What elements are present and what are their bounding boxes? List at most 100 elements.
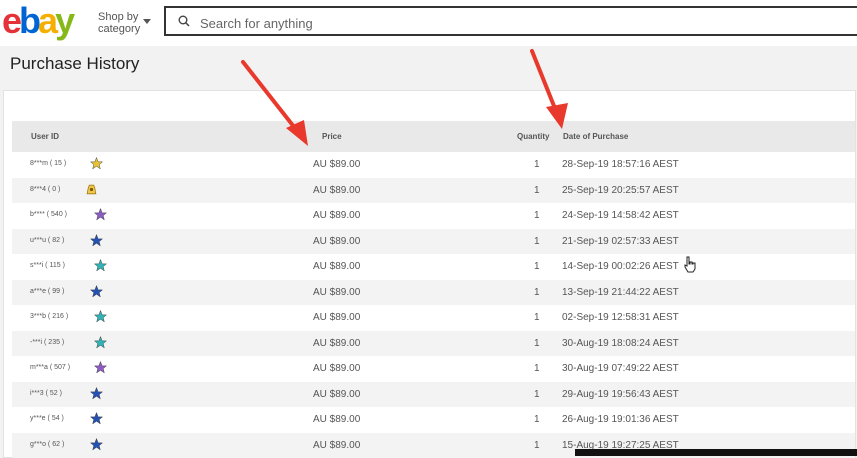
date-cell: 30-Aug-19 07:49:22 AEST — [562, 363, 679, 374]
table-row: -***i ( 235 )AU $89.00130-Aug-19 18:08:2… — [12, 331, 855, 357]
site-header: ebay Shop by category — [0, 0, 857, 46]
turquoise-star-icon[interactable] — [94, 336, 107, 349]
user-id-text: i***3 — [30, 390, 44, 397]
quantity-cell: 1 — [534, 287, 540, 298]
user-id-cell[interactable]: a***e ( 99 ) — [30, 288, 64, 295]
user-id-cell[interactable]: 3***b ( 216 ) — [30, 313, 68, 320]
quantity-cell: 1 — [534, 312, 540, 323]
feedback-score: 99 — [52, 288, 60, 295]
table-row: 3***b ( 216 ) AU $89.00 1 02-Sep-19 12:58:3… — [12, 305, 855, 331]
quantity-cell: 1 — [534, 236, 540, 247]
feedback-score: 15 — [54, 160, 62, 167]
column-header-quantity[interactable]: Quantity — [517, 132, 549, 141]
turquoise-star-icon[interactable] — [94, 259, 107, 272]
feedback-score: 52 — [50, 390, 58, 397]
column-header-price[interactable]: Price — [322, 132, 342, 141]
date-cell: 30-Aug-19 18:08:24 AEST — [562, 338, 679, 349]
purchase-history-table: User ID Price Quantity Date of Purchase … — [12, 121, 855, 458]
user-id-text: a***e — [30, 288, 46, 295]
blue-star-icon[interactable] — [90, 438, 103, 451]
user-id-cell[interactable]: 8***m ( 15 ) — [30, 160, 66, 167]
quantity-cell: 1 — [534, 210, 540, 221]
ebay-logo[interactable]: ebay — [2, 0, 72, 44]
date-cell: 26-Aug-19 19:01:36 AEST — [562, 414, 679, 425]
price-cell: AU $89.00 — [313, 363, 360, 374]
logo-letter-a: a — [38, 0, 55, 41]
user-id-text: m***a — [30, 364, 48, 371]
user-id-cell[interactable]: y***e ( 54 ) — [30, 415, 64, 422]
user-id-cell[interactable]: b**** ( 540 ) — [30, 211, 67, 218]
search-input[interactable] — [198, 12, 802, 34]
purple-star-icon[interactable] — [94, 361, 107, 374]
user-id-text: u***u — [30, 237, 46, 244]
logo-letter-e: e — [2, 0, 19, 41]
date-cell: 21-Sep-19 02:57:33 AEST — [562, 236, 679, 247]
table-row: y***e ( 54 ) AU $89.00 1 26-Aug-19 19:01:36… — [12, 407, 855, 433]
price-cell: AU $89.00 — [313, 338, 360, 349]
user-id-cell[interactable]: 8***4 ( 0 ) — [30, 186, 60, 193]
hand-cursor-icon — [683, 256, 697, 274]
shop-by-category-button[interactable]: Shop by category — [98, 11, 140, 35]
new-user-icon[interactable] — [85, 183, 98, 196]
page-title: Purchase History — [10, 54, 139, 74]
table-row: m***a ( 507 ) AU $89.00 1 30-Aug-19 07:49:2… — [12, 356, 855, 382]
price-cell: AU $89.00 — [313, 312, 360, 323]
date-cell: 02-Sep-19 12:58:31 AEST — [562, 312, 679, 323]
price-cell: AU $89.00 — [313, 287, 360, 298]
blue-star-icon[interactable] — [90, 285, 103, 298]
date-cell: 29-Aug-19 19:56:43 AEST — [562, 389, 679, 400]
table-row: i***3 ( 52 ) AU $89.00 1 29-Aug-19 19:56:43… — [12, 382, 855, 408]
blue-star-icon[interactable] — [90, 234, 103, 247]
category-label: category — [98, 23, 140, 35]
search-icon — [178, 15, 190, 27]
table-row: s***i ( 115 )AU $89.00114-Sep-19 00:02:2… — [12, 254, 855, 280]
column-header-date[interactable]: Date of Purchase — [563, 132, 628, 141]
user-id-text: -***i — [30, 339, 42, 346]
table-row: 8***4 ( 0 )AU $89.00125-Sep-19 20:25:57 … — [12, 178, 855, 204]
price-cell: AU $89.00 — [313, 236, 360, 247]
user-id-cell[interactable]: u***u ( 82 ) — [30, 237, 64, 244]
date-cell: 14-Sep-19 00:02:26 AEST — [562, 261, 679, 272]
yellow-star-icon[interactable] — [90, 157, 103, 170]
date-cell: 28-Sep-19 18:57:16 AEST — [562, 159, 679, 170]
price-cell: AU $89.00 — [313, 389, 360, 400]
user-id-cell[interactable]: m***a ( 507 ) — [30, 364, 70, 371]
feedback-score: 54 — [52, 415, 60, 422]
table-header: User ID Price Quantity Date of Purchase — [12, 121, 855, 152]
user-id-cell[interactable]: g***o ( 62 ) — [30, 441, 64, 448]
quantity-cell: 1 — [534, 363, 540, 374]
user-id-cell[interactable]: -***i ( 235 ) — [30, 339, 64, 346]
chevron-down-icon[interactable] — [143, 19, 151, 24]
date-cell: 25-Sep-19 20:25:57 AEST — [562, 185, 679, 196]
user-id-text: 8***4 — [30, 186, 46, 193]
user-id-text: g***o — [30, 441, 46, 448]
blue-star-icon[interactable] — [90, 387, 103, 400]
blue-star-icon[interactable] — [90, 412, 103, 425]
user-id-text: 3***b — [30, 313, 46, 320]
user-id-text: y***e — [30, 415, 46, 422]
user-id-text: 8***m — [30, 160, 48, 167]
turquoise-star-icon[interactable] — [94, 310, 107, 323]
user-id-text: s***i — [30, 262, 43, 269]
user-id-cell[interactable]: s***i ( 115 ) — [30, 262, 65, 269]
date-cell: 13-Sep-19 21:44:22 AEST — [562, 287, 679, 298]
logo-letter-y: y — [55, 0, 72, 41]
table-row: u***u ( 82 ) AU $89.00 1 21-Sep-19 02:57:33… — [12, 229, 855, 255]
feedback-score: 115 — [49, 262, 60, 269]
price-cell: AU $89.00 — [313, 210, 360, 221]
video-overlay-edge — [575, 449, 857, 456]
purple-star-icon[interactable] — [94, 208, 107, 221]
quantity-cell: 1 — [534, 389, 540, 400]
user-id-cell[interactable]: i***3 ( 52 ) — [30, 390, 62, 397]
column-header-user-id[interactable]: User ID — [31, 132, 59, 141]
shop-by-label: Shop by — [98, 11, 140, 23]
quantity-cell: 1 — [534, 440, 540, 451]
feedback-score: 216 — [52, 313, 64, 320]
price-cell: AU $89.00 — [313, 185, 360, 196]
quantity-cell: 1 — [534, 414, 540, 425]
feedback-score: 0 — [52, 186, 56, 193]
user-id-text: b**** — [30, 211, 45, 218]
feedback-score: 235 — [48, 339, 60, 346]
price-cell: AU $89.00 — [313, 414, 360, 425]
red-arrow-date-icon — [524, 47, 574, 132]
